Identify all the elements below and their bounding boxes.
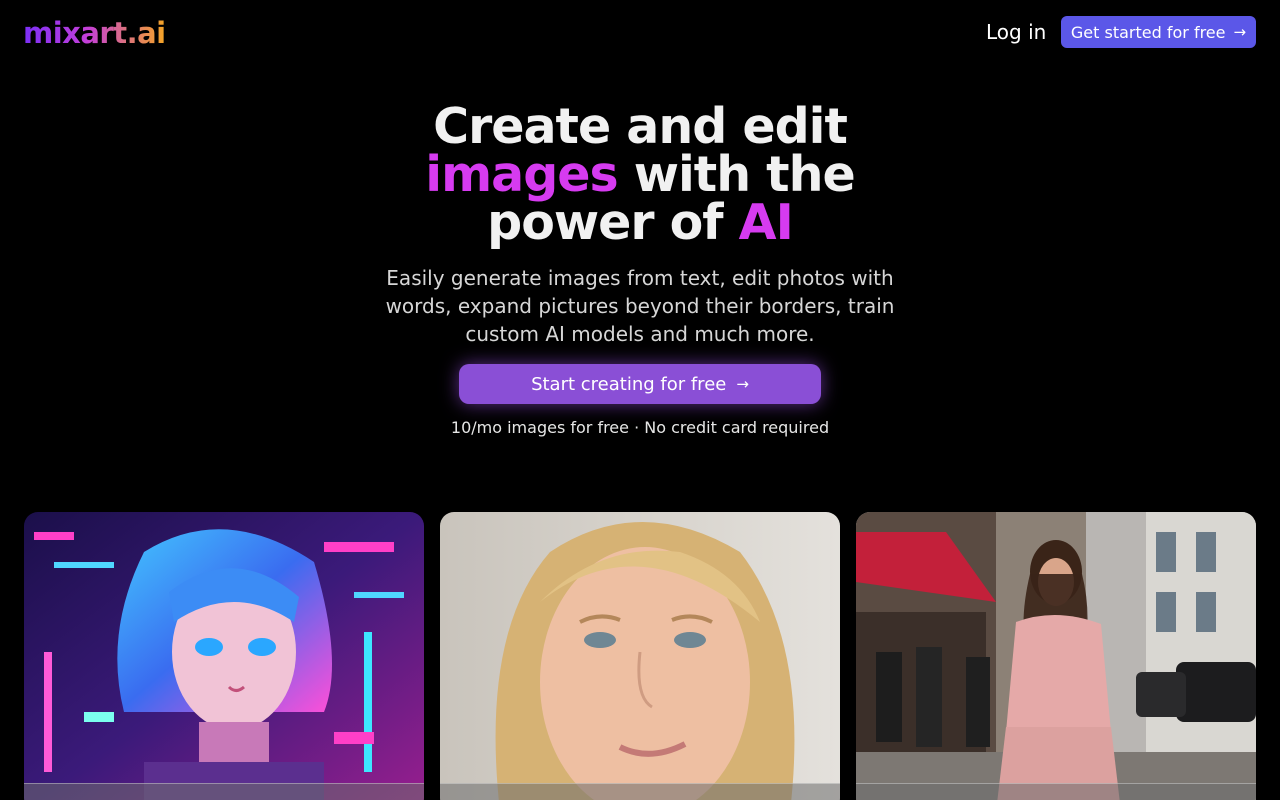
start-creating-label: Start creating for free [531, 373, 727, 395]
gallery-card-street[interactable] [856, 512, 1256, 800]
login-link[interactable]: Log in [986, 19, 1046, 45]
get-started-button[interactable]: Get started for free → [1061, 16, 1256, 48]
hero-subtitle: Easily generate images from text, edit p… [385, 266, 895, 346]
woman-portrait-image [440, 512, 840, 800]
card-caption-bar [440, 783, 840, 800]
logo[interactable]: mixart.ai [23, 14, 166, 52]
card-caption-bar [856, 783, 1256, 800]
hero-title-line3: power of [487, 194, 739, 251]
gallery-card-anime[interactable] [24, 512, 424, 800]
gallery-card-portrait[interactable] [440, 512, 840, 800]
hero-title-highlight-ai: AI [738, 194, 794, 251]
arrow-right-icon: → [736, 374, 749, 393]
arrow-right-icon: → [1233, 22, 1247, 41]
get-started-label: Get started for free [1070, 22, 1226, 42]
free-tier-note: 10/mo images for free · No credit card r… [450, 418, 830, 437]
start-creating-button[interactable]: Start creating for free → [459, 364, 821, 404]
card-caption-bar [24, 783, 424, 800]
anime-portrait-image [24, 512, 424, 800]
street-fashion-image [856, 512, 1256, 800]
hero-title: Create and edit images with the power of… [340, 102, 940, 247]
